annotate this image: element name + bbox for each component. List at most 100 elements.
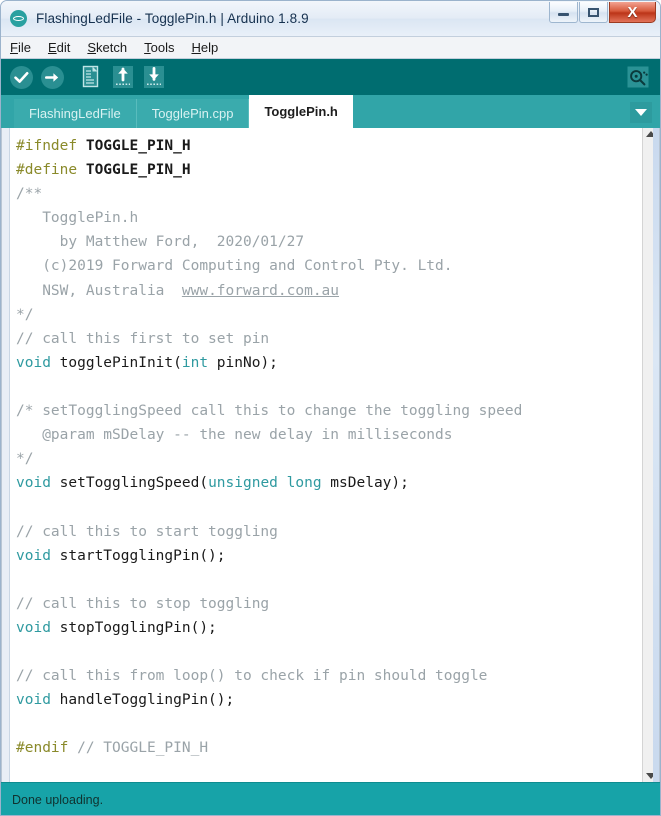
menu-item-file[interactable]: File	[10, 40, 31, 55]
tab-label: TogglePin.cpp	[151, 106, 234, 121]
code-line: #endif // TOGGLE_PIN_H	[16, 736, 642, 760]
menu-accel: E	[47, 40, 57, 55]
code-token: /* setTogglingSpeed call this to change …	[16, 403, 523, 420]
code-line: /* setTogglingSpeed call this to change …	[16, 399, 642, 423]
arduino-logo-icon	[10, 10, 27, 27]
menu-item-tools[interactable]: Tools	[144, 40, 174, 55]
minimize-button[interactable]	[549, 2, 578, 23]
tab-flashingledfile[interactable]: FlashingLedFile	[14, 99, 137, 128]
code-line: @param mSDelay -- the new delay in milli…	[16, 423, 642, 447]
arrow-right-circle-icon	[40, 65, 64, 89]
code-token: void	[16, 547, 51, 564]
toolbar	[1, 59, 660, 95]
serial-monitor-button[interactable]	[624, 63, 652, 91]
chevron-down-icon	[635, 109, 647, 116]
menu-item-sketch[interactable]: Sketch	[87, 40, 127, 55]
code-line: void handleTogglingPin();	[16, 688, 642, 712]
menu-accel: S	[87, 40, 97, 55]
code-token: */	[16, 306, 34, 323]
code-line: void stopTogglingPin();	[16, 616, 642, 640]
upload-button[interactable]	[38, 63, 66, 91]
tab-label: TogglePin.h	[264, 104, 338, 119]
minimize-icon	[558, 13, 569, 16]
code-token: long	[286, 475, 322, 492]
code-line: // call this to stop toggling	[16, 592, 642, 616]
menu-accel: H	[191, 40, 201, 55]
menu-label: ile	[17, 40, 31, 55]
code-line: (c)2019 Forward Computing and Control Pt…	[16, 254, 642, 278]
code-token: void	[16, 619, 51, 636]
code-token: #endif	[16, 740, 69, 757]
code-line: // call this from loop() to check if pin…	[16, 664, 642, 688]
tab-togglepin-h[interactable]: TogglePin.h	[249, 95, 353, 128]
check-circle-icon	[9, 65, 33, 89]
menu-item-help[interactable]: Help	[191, 40, 218, 55]
save-button[interactable]	[140, 63, 168, 91]
open-folder-icon	[113, 66, 133, 88]
code-token: by Matthew Ford, 2020/01/27	[16, 234, 305, 251]
verify-button[interactable]	[7, 63, 35, 91]
window-edge-decoration	[653, 128, 659, 782]
magnifier-icon	[627, 66, 649, 88]
code-token: @param mSDelay -- the new delay in milli…	[16, 427, 453, 444]
code-token: TogglePin.h	[16, 210, 139, 227]
code-token: togglePinInit(	[50, 354, 182, 371]
new-button[interactable]	[78, 63, 106, 91]
code-token: void	[16, 354, 51, 371]
code-token: NSW, Australia	[16, 282, 182, 299]
code-token: setTogglingSpeed(	[50, 475, 209, 492]
code-line: void setTogglingSpeed(unsigned long msDe…	[16, 471, 642, 495]
code-token: // call this first to set pin	[16, 330, 270, 347]
code-token: #ifndef	[16, 138, 86, 154]
code-line: by Matthew Ford, 2020/01/27	[16, 230, 642, 254]
editor-gutter	[2, 128, 10, 782]
tab-togglepin-cpp[interactable]: TogglePin.cpp	[136, 99, 250, 128]
close-button[interactable]: X	[609, 2, 656, 23]
window-title: FlashingLedFile - TogglePin.h | Arduino …	[36, 11, 309, 26]
code-line: TogglePin.h	[16, 206, 642, 230]
menu-accel: F	[10, 40, 18, 55]
close-icon: X	[627, 3, 638, 21]
code-token: unsigned	[208, 475, 278, 492]
tab-menu-button[interactable]	[630, 102, 652, 123]
code-token: stopTogglingPin();	[50, 619, 217, 636]
code-line: void togglePinInit(int pinNo);	[16, 351, 642, 375]
menu-label: ketch	[96, 40, 128, 55]
maximize-button[interactable]	[579, 2, 608, 23]
status-message: Done uploading.	[12, 793, 104, 807]
tab-label: FlashingLedFile	[29, 106, 121, 121]
menubar: File Edit Sketch Tools Help	[1, 36, 660, 59]
code-token: // call this to stop toggling	[16, 595, 270, 612]
code-link: www.forward.com.au	[181, 282, 340, 299]
code-editor[interactable]: #ifndef TOGGLE_PIN_H #define TOGGLE_PIN_H…	[10, 128, 642, 782]
code-token: // call this to start toggling	[16, 523, 278, 540]
window-controls: X	[548, 2, 656, 23]
open-button[interactable]	[109, 63, 137, 91]
arduino-ide-window: FlashingLedFile - TogglePin.h | Arduino …	[0, 0, 661, 816]
code-line: */	[16, 303, 642, 327]
code-line: NSW, Australia www.forward.com.au	[16, 279, 642, 303]
code-token: /**	[16, 186, 43, 203]
code-token: int	[181, 354, 209, 371]
code-line: #define TOGGLE_PIN_H	[16, 158, 642, 182]
code-token: void	[16, 692, 51, 709]
code-token: pinNo);	[208, 354, 278, 371]
maximize-icon	[588, 7, 599, 17]
code-token: void	[16, 475, 51, 492]
code-token: TOGGLE_PIN_H	[85, 162, 191, 179]
menu-item-edit[interactable]: Edit	[48, 40, 70, 55]
editor-area: #ifndef TOGGLE_PIN_H #define TOGGLE_PIN_H…	[1, 128, 660, 782]
code-token: // call this from loop() to check if pin…	[16, 668, 488, 685]
code-line: // call this first to set pin	[16, 327, 642, 351]
code-token: handleTogglingPin();	[50, 692, 235, 709]
code-line: void startTogglingPin();	[16, 544, 642, 568]
code-token: // TOGGLE_PIN_H	[68, 740, 209, 757]
code-token: (c)2019 Forward Computing and Control Pt…	[16, 258, 453, 275]
code-line: */	[16, 447, 642, 471]
